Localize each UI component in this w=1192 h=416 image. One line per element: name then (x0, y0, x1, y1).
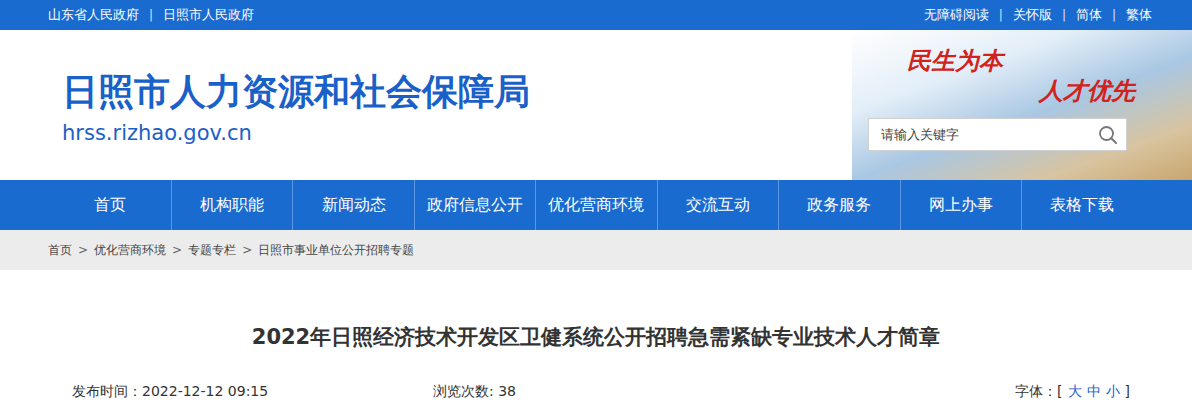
nav-list: 首页机构职能新闻动态政府信息公开优化营商环境交流互动政务服务网上办事表格下载 (50, 180, 1143, 230)
slogan-line: 人才优先 (1039, 76, 1135, 106)
top-link[interactable]: 无障碍阅读 (924, 6, 989, 24)
nav-item[interactable]: 网上办事 (900, 180, 1021, 230)
gov-links: 山东省人民政府 | 日照市人民政府 (48, 6, 254, 24)
link-separator: | (1062, 8, 1066, 22)
publish-time: 发布时间：2022-12-12 09:15 (72, 380, 433, 402)
breadcrumb-separator: > (242, 243, 252, 257)
breadcrumb-item[interactable]: 日照市事业单位公开招聘专题 (258, 242, 414, 259)
search-input[interactable] (879, 126, 1092, 143)
nav-item[interactable]: 首页 (50, 180, 171, 230)
link-separator: | (999, 8, 1003, 22)
breadcrumb-item[interactable]: 专题专栏 (188, 242, 236, 259)
font-size-option[interactable]: 小 (1106, 380, 1120, 402)
nav-item[interactable]: 表格下载 (1021, 180, 1142, 230)
nav-item[interactable]: 政务服务 (778, 180, 899, 230)
site-title[interactable]: 日照市人力资源和社会保障局 (62, 66, 530, 118)
breadcrumb: 首页 > 优化营商环境 > 专题专栏 > 日照市事业单位公开招聘专题 (0, 230, 1192, 270)
article-title: 2022年日照经济技术开发区卫健系统公开招聘急需紧缺专业技术人才简章 (252, 322, 940, 352)
page: 山东省人民政府 | 日照市人民政府 无障碍阅读 | 关怀版 | 简体 | 繁体日照市人力资源和社会… (0, 0, 1192, 416)
site-domain: hrss.rizhao.gov.cn (62, 118, 530, 148)
search-icon[interactable] (1098, 125, 1118, 145)
nav-item[interactable]: 交流互动 (657, 180, 778, 230)
slogan: 民生为本人才优先 (907, 46, 1127, 106)
header-banner: 民生为本人才优先 (852, 30, 1192, 180)
breadcrumb-item[interactable]: 首页 (48, 242, 72, 259)
view-count: 浏览次数: 38 (433, 380, 1015, 402)
top-link[interactable]: 日照市人民政府 (163, 6, 254, 24)
article-meta: 发布时间：2022-12-12 09:15浏览次数: 38字体：[大中小] (48, 380, 1144, 402)
nav-item[interactable]: 机构职能 (171, 180, 292, 230)
link-separator: | (149, 8, 153, 22)
nav-item[interactable]: 优化营商环境 (535, 180, 656, 230)
breadcrumb-separator: > (78, 243, 88, 257)
header: 日照市人力资源和社会保障局hrss.rizhao.gov.cn 民生为本人才优先 (0, 30, 1192, 180)
font-size-option[interactable]: 大 (1068, 380, 1082, 402)
font-size-option[interactable]: 中 (1087, 380, 1101, 402)
breadcrumb-separator: > (172, 243, 182, 257)
slogan-line: 民生为本 (907, 46, 1003, 76)
breadcrumb-item[interactable]: 优化营商环境 (94, 242, 166, 259)
article: 2022年日照经济技术开发区卫健系统公开招聘急需紧缺专业技术人才简章发布时间：2… (0, 270, 1192, 416)
brand: 日照市人力资源和社会保障局hrss.rizhao.gov.cn (0, 30, 530, 180)
nav-bar: 首页机构职能新闻动态政府信息公开优化营商环境交流互动政务服务网上办事表格下载 (0, 180, 1192, 230)
link-separator: | (1112, 8, 1116, 22)
nav-item[interactable]: 政府信息公开 (414, 180, 535, 230)
top-link[interactable]: 繁体 (1126, 6, 1152, 24)
top-link[interactable]: 简体 (1076, 6, 1102, 24)
top-link[interactable]: 山东省人民政府 (48, 6, 139, 24)
top-link[interactable]: 关怀版 (1013, 6, 1052, 24)
font-size-switch: 字体：[大中小] (1015, 380, 1130, 402)
top-bar: 山东省人民政府 | 日照市人民政府 无障碍阅读 | 关怀版 | 简体 | 繁体 (0, 0, 1192, 30)
search-box (868, 118, 1127, 151)
nav-item[interactable]: 新闻动态 (292, 180, 413, 230)
tool-links: 无障碍阅读 | 关怀版 | 简体 | 繁体 (924, 6, 1152, 24)
